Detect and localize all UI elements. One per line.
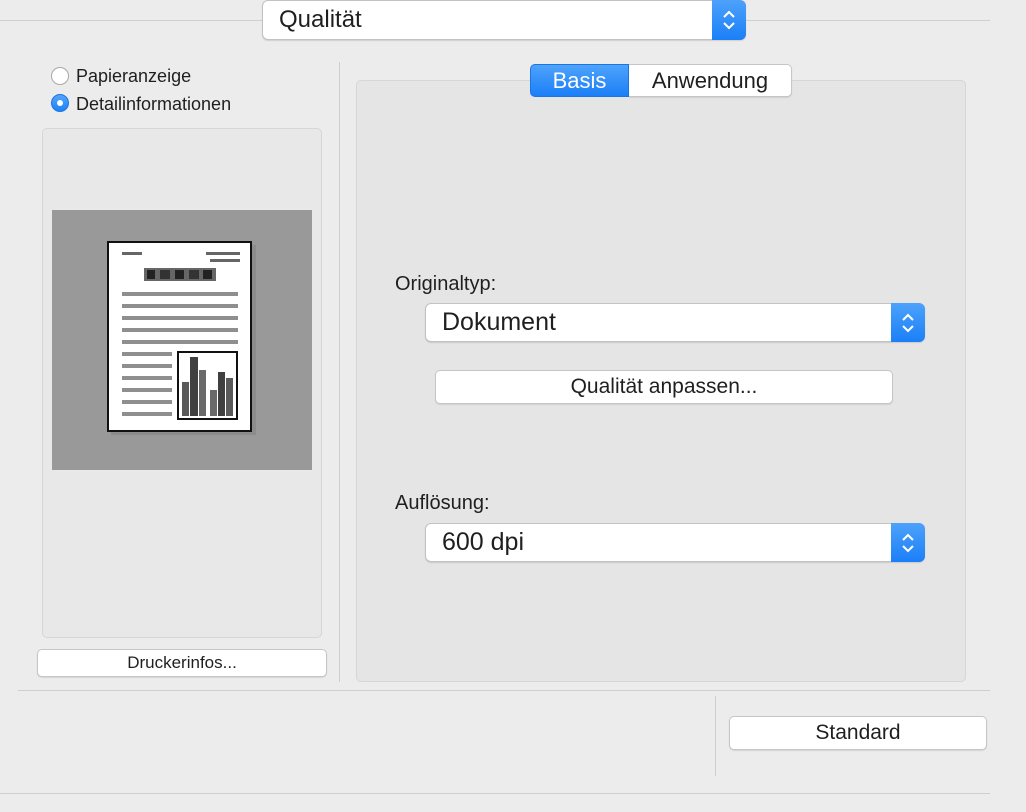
standard-button[interactable]: Standard xyxy=(729,716,987,750)
standard-button-label: Standard xyxy=(815,721,901,744)
printer-info-button[interactable]: Druckerinfos... xyxy=(37,649,327,677)
adjust-quality-button[interactable]: Qualität anpassen... xyxy=(435,370,893,404)
radio-detailinformationen[interactable] xyxy=(51,94,69,112)
document-page-icon xyxy=(107,241,256,435)
original-type-label: Originaltyp: xyxy=(395,273,497,295)
resolution-value: 600 dpi xyxy=(442,528,525,556)
chevron-up-down-icon xyxy=(712,0,746,40)
radio-papieranzeige[interactable] xyxy=(51,67,69,85)
resolution-label: Auflösung: xyxy=(395,492,490,514)
original-type-select[interactable]: Dokument xyxy=(425,303,925,342)
section-select[interactable]: Qualität xyxy=(262,0,746,40)
radio-papieranzeige-label[interactable]: Papieranzeige xyxy=(76,66,191,87)
tab-basis-label: Basis xyxy=(552,67,607,93)
section-select-value: Qualität xyxy=(279,6,362,33)
adjust-quality-button-label: Qualität anpassen... xyxy=(570,375,758,398)
top-separator-right xyxy=(746,20,990,21)
resolution-select[interactable]: 600 dpi xyxy=(425,523,925,562)
printer-info-button-label: Druckerinfos... xyxy=(127,653,237,672)
footer-divider xyxy=(715,696,716,776)
bottom-separator xyxy=(0,793,990,794)
tab-basis[interactable]: Basis xyxy=(530,64,629,97)
tab-anwendung[interactable]: Anwendung xyxy=(629,64,792,97)
top-separator-left xyxy=(0,20,262,21)
original-type-value: Dokument xyxy=(442,308,556,336)
radio-detailinformationen-label[interactable]: Detailinformationen xyxy=(76,94,231,115)
document-preview-image xyxy=(52,210,312,470)
chevron-up-down-icon xyxy=(891,303,925,342)
chevron-up-down-icon xyxy=(891,523,925,562)
tab-anwendung-label: Anwendung xyxy=(651,67,769,93)
footer-separator xyxy=(18,690,990,691)
left-right-divider xyxy=(339,62,340,682)
